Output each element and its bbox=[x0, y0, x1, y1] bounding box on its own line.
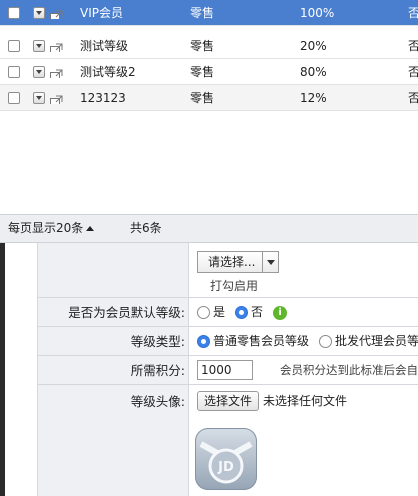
info-icon[interactable]: i bbox=[273, 305, 288, 320]
level-type-label: 等级类型: bbox=[130, 334, 185, 349]
type-wholesale-radio[interactable] bbox=[319, 335, 333, 348]
level-type: 零售 bbox=[190, 91, 215, 105]
form-row-select: 请选择... 打勾启用 bbox=[37, 243, 418, 298]
table-row[interactable]: VIP会员 零售 100% 否 bbox=[0, 0, 418, 26]
level-name: 123123 bbox=[80, 91, 126, 105]
avatar-logo-text: JD bbox=[217, 460, 234, 475]
open-window-icon[interactable] bbox=[50, 6, 63, 19]
level-name: VIP会员 bbox=[80, 6, 123, 20]
type-retail-radio[interactable] bbox=[197, 335, 210, 348]
level-discount: 20% bbox=[300, 39, 327, 53]
choose-file-button[interactable]: 选择文件 bbox=[197, 391, 260, 411]
default-no-label: 否 bbox=[251, 305, 264, 319]
row-menu-button[interactable] bbox=[33, 66, 45, 78]
level-discount: 12% bbox=[300, 91, 327, 105]
type-retail-label: 普通零售会员等级 bbox=[213, 334, 310, 348]
avatar-label: 等级头像: bbox=[130, 394, 185, 409]
chevron-down-icon bbox=[262, 252, 278, 272]
form-row-avatar: 等级头像: 选择文件 未选择任何文件 bbox=[37, 385, 418, 422]
type-wholesale-label: 批发代理会员等 bbox=[335, 334, 418, 348]
level-select[interactable]: 请选择... bbox=[197, 251, 279, 273]
no-file-text: 未选择任何文件 bbox=[263, 394, 348, 408]
select-placeholder: 请选择... bbox=[208, 255, 256, 269]
points-label: 所需积分: bbox=[130, 363, 185, 378]
level-type: 零售 bbox=[190, 65, 215, 79]
level-avatar-image: JD bbox=[195, 428, 257, 490]
caret-up-icon bbox=[86, 226, 95, 231]
open-window-icon[interactable] bbox=[50, 39, 63, 52]
page-size-label: 每页显示20条 bbox=[8, 221, 84, 235]
form-row-points: 所需积分: 1000 会员积分达到此标准后会自 bbox=[37, 356, 418, 385]
row-menu-button[interactable] bbox=[33, 40, 45, 52]
table-row[interactable]: 测试等级2 零售 80% 否 bbox=[0, 59, 418, 85]
points-hint: 会员积分达到此标准后会自 bbox=[280, 363, 418, 377]
total-count: 共6条 bbox=[130, 221, 162, 235]
table-row[interactable]: 123123 零售 12% 否 bbox=[0, 85, 418, 111]
level-discount: 100% bbox=[300, 6, 335, 20]
points-input[interactable]: 1000 bbox=[197, 360, 253, 380]
default-yes-label: 是 bbox=[213, 305, 226, 319]
page-size-selector[interactable]: 每页显示20条 bbox=[8, 215, 95, 242]
open-window-icon[interactable] bbox=[50, 91, 63, 104]
default-yes-radio[interactable] bbox=[197, 306, 210, 319]
level-discount: 80% bbox=[300, 65, 327, 79]
level-table: VIP会员 零售 100% 否 测试等级 零售 20% 否 测试等级2 零售 8… bbox=[0, 0, 418, 214]
row-checkbox[interactable] bbox=[8, 92, 20, 104]
level-name: 测试等级2 bbox=[80, 65, 136, 79]
form-row-type: 等级类型: 普通零售会员等级 批发代理会员等 bbox=[37, 327, 418, 356]
default-level-label: 是否为会员默认等级: bbox=[68, 305, 185, 320]
level-default: 否 bbox=[408, 91, 418, 105]
level-default: 否 bbox=[408, 39, 418, 53]
form-row-default: 是否为会员默认等级: 是 否i bbox=[37, 298, 418, 327]
check-enable-hint: 打勾启用 bbox=[210, 279, 259, 293]
level-form: 请选择... 打勾启用 是否为会员默认等级: 是 否i 等级类型: 普通零售会员等… bbox=[5, 243, 418, 496]
row-menu-button[interactable] bbox=[33, 92, 45, 104]
row-checkbox[interactable] bbox=[8, 7, 20, 19]
default-no-radio[interactable] bbox=[235, 306, 249, 319]
open-window-icon[interactable] bbox=[50, 65, 63, 78]
pagination-bar: 每页显示20条 共6条 bbox=[0, 214, 418, 243]
row-checkbox[interactable] bbox=[8, 66, 20, 78]
level-default: 否 bbox=[408, 65, 418, 79]
level-type: 零售 bbox=[190, 39, 215, 53]
level-type: 零售 bbox=[190, 6, 215, 20]
table-row[interactable]: 测试等级 零售 20% 否 bbox=[0, 33, 418, 59]
row-checkbox[interactable] bbox=[8, 40, 20, 52]
row-menu-button[interactable] bbox=[33, 7, 45, 19]
level-name: 测试等级 bbox=[80, 39, 129, 53]
level-default: 否 bbox=[408, 6, 418, 20]
